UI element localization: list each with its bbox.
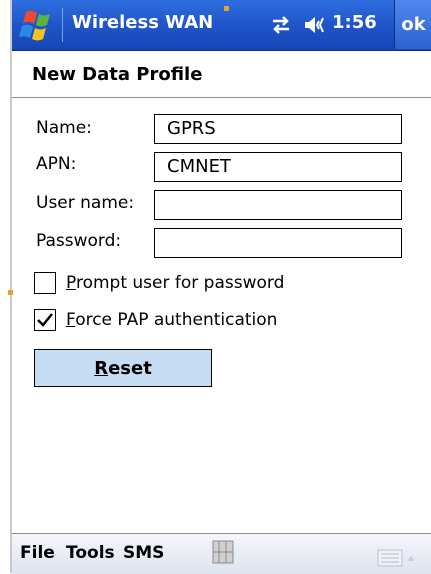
- name-label: Name:: [36, 118, 92, 138]
- menu-tools[interactable]: Tools: [66, 543, 115, 563]
- password-field[interactable]: [154, 228, 402, 258]
- ok-button[interactable]: ok: [394, 0, 431, 49]
- force-pap-label: Force PAP authentication: [66, 310, 278, 330]
- screen-edge-marker: [224, 6, 229, 11]
- username-label: User name:: [36, 193, 135, 213]
- clock-time[interactable]: 1:56: [332, 12, 377, 33]
- volume-icon[interactable]: [303, 14, 327, 36]
- page-title: New Data Profile: [32, 64, 203, 85]
- checkmark-icon: [37, 313, 53, 327]
- apn-field[interactable]: CMNET: [154, 152, 402, 182]
- prompt-password-option[interactable]: Prompt user for password: [34, 270, 284, 296]
- keyboard-icon[interactable]: [377, 548, 417, 568]
- menu-file[interactable]: File: [20, 543, 55, 563]
- title-bar: Wireless WAN 1:56 ok: [12, 0, 431, 51]
- username-field[interactable]: [154, 190, 402, 220]
- app-title: Wireless WAN: [72, 12, 214, 33]
- name-field[interactable]: GPRS: [154, 114, 402, 144]
- screen-edge-marker: [8, 290, 13, 295]
- password-label: Password:: [36, 231, 122, 251]
- prompt-password-checkbox[interactable]: [34, 272, 56, 294]
- connectivity-icon[interactable]: [269, 14, 293, 36]
- reset-button[interactable]: Reset: [34, 349, 212, 387]
- page-header: New Data Profile: [12, 51, 431, 98]
- windows-start-icon[interactable]: [18, 6, 56, 44]
- title-separator: [62, 8, 63, 42]
- menu-sms[interactable]: SMS: [123, 543, 164, 563]
- prompt-password-label: Prompt user for password: [66, 273, 285, 293]
- input-panel-icon[interactable]: [212, 540, 234, 564]
- apn-label: APN:: [36, 154, 77, 174]
- force-pap-checkbox[interactable]: [34, 309, 56, 331]
- menu-bar: File Tools SMS: [12, 533, 431, 574]
- device-screen: Wireless WAN 1:56 ok New Data Profile Na…: [10, 0, 431, 574]
- force-pap-option[interactable]: Force PAP authentication: [34, 307, 277, 333]
